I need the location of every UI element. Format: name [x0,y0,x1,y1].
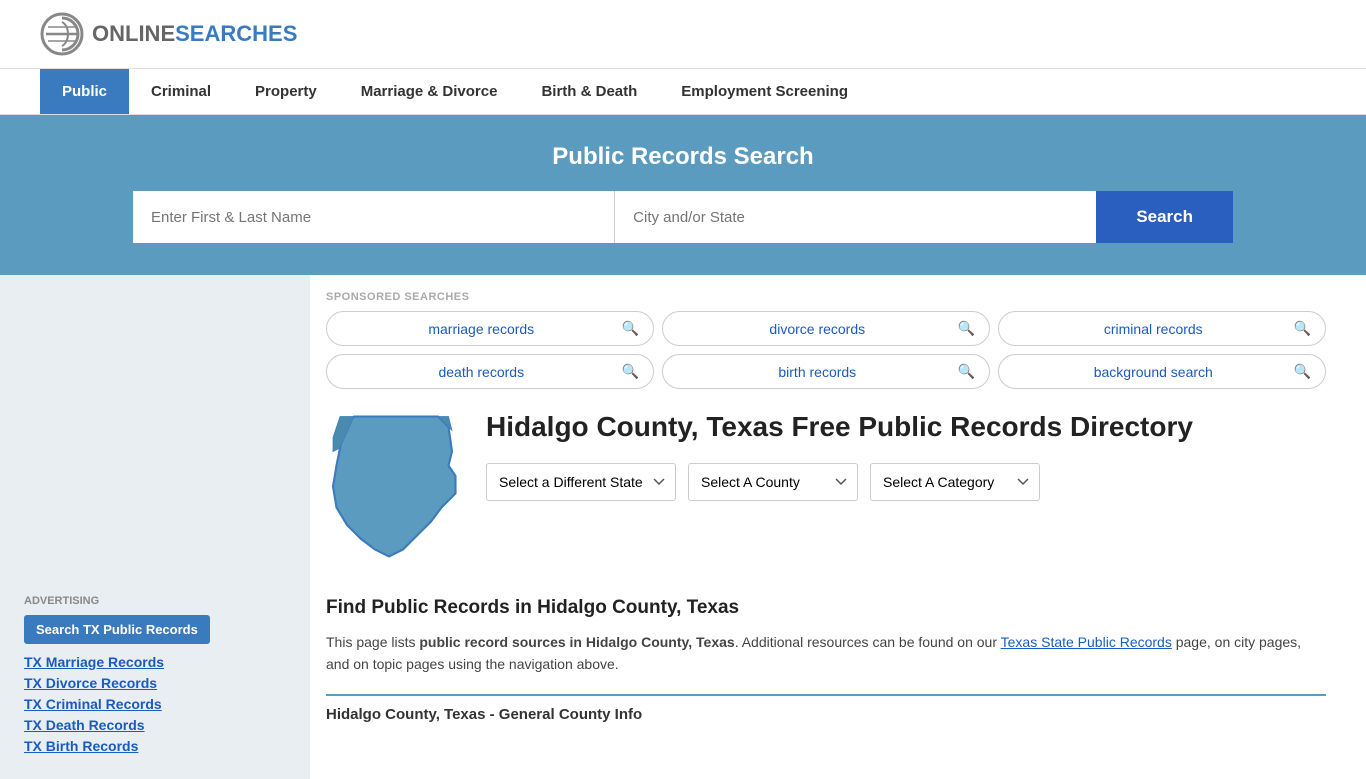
sidebar-link-marriage[interactable]: TX Marriage Records [24,654,294,672]
county-title: Hidalgo County, Texas Free Public Record… [486,409,1193,445]
name-input[interactable] [133,191,615,243]
county-section: Hidalgo County, Texas Free Public Record… [326,409,1326,569]
texas-state-link[interactable]: Texas State Public Records [1001,634,1172,650]
nav-item-criminal[interactable]: Criminal [129,69,233,114]
nav-item-marriage[interactable]: Marriage & Divorce [339,69,520,114]
county-dropdown[interactable]: Select A County [688,463,858,501]
nav-item-employment[interactable]: Employment Screening [659,69,870,114]
sidebar-ad-label: Advertising [24,595,294,607]
sidebar-link-birth[interactable]: TX Birth Records [24,738,294,756]
category-dropdown[interactable]: Select A Category [870,463,1040,501]
sidebar: Advertising Search TX Public Records TX … [0,275,310,779]
sidebar-link-criminal[interactable]: TX Criminal Records [24,696,294,714]
sponsored-grid: marriage records 🔍 divorce records 🔍 cri… [326,311,1326,389]
location-input[interactable] [615,191,1096,243]
main-nav: Public Criminal Property Marriage & Divo… [0,69,1366,115]
sidebar-link-death[interactable]: TX Death Records [24,717,294,735]
sponsored-label: SPONSORED SEARCHES [326,291,1326,303]
section-divider [326,694,1326,696]
nav-item-public[interactable]: Public [40,69,129,114]
search-icon-birth: 🔍 [958,363,975,380]
find-desc-bold: public record sources in Hidalgo County,… [419,634,734,650]
state-dropdown[interactable]: Select a Different State [486,463,676,501]
sidebar-ad-button[interactable]: Search TX Public Records [24,615,210,644]
nav-item-property[interactable]: Property [233,69,339,114]
tx-map-container [326,409,466,569]
search-button[interactable]: Search [1096,191,1233,243]
sidebar-links: TX Marriage Records TX Divorce Records T… [24,654,294,756]
dropdowns-row: Select a Different State Select A County… [486,463,1193,501]
search-icon-background: 🔍 [1294,363,1311,380]
logo-container[interactable]: ONLINE SEARCHES [40,12,297,56]
sponsored-pill-death[interactable]: death records 🔍 [326,354,654,389]
logo-online: ONLINE [92,21,175,47]
sidebar-link-divorce[interactable]: TX Divorce Records [24,675,294,693]
texas-map-icon [326,409,466,564]
find-title: Find Public Records in Hidalgo County, T… [326,597,1326,619]
sponsored-pill-divorce[interactable]: divorce records 🔍 [662,311,990,346]
hero-title: Public Records Search [40,143,1326,171]
sponsored-pill-criminal[interactable]: criminal records 🔍 [998,311,1326,346]
search-icon-marriage: 🔍 [622,320,639,337]
logo-text: ONLINE SEARCHES [92,21,297,47]
hero-banner: Public Records Search Search [0,115,1366,275]
general-info-title: Hidalgo County, Texas - General County I… [326,706,1326,723]
sponsored-pill-marriage[interactable]: marriage records 🔍 [326,311,654,346]
header: ONLINE SEARCHES [0,0,1366,69]
search-icon-death: 🔍 [622,363,639,380]
find-desc-pre: This page lists [326,634,419,650]
find-section: Find Public Records in Hidalgo County, T… [326,593,1326,676]
sponsored-pill-birth[interactable]: birth records 🔍 [662,354,990,389]
county-info: Hidalgo County, Texas Free Public Record… [486,409,1193,501]
main-area: Advertising Search TX Public Records TX … [0,275,1366,779]
nav-item-birth[interactable]: Birth & Death [519,69,659,114]
search-icon-divorce: 🔍 [958,320,975,337]
sponsored-pill-background[interactable]: background search 🔍 [998,354,1326,389]
search-icon-criminal: 🔍 [1294,320,1311,337]
find-desc-mid: . Additional resources can be found on o… [735,634,1001,650]
logo-searches: SEARCHES [175,21,297,47]
content-area: SPONSORED SEARCHES marriage records 🔍 di… [310,275,1366,779]
logo-icon [40,12,84,56]
search-bar: Search [133,191,1233,243]
find-description: This page lists public record sources in… [326,631,1326,676]
